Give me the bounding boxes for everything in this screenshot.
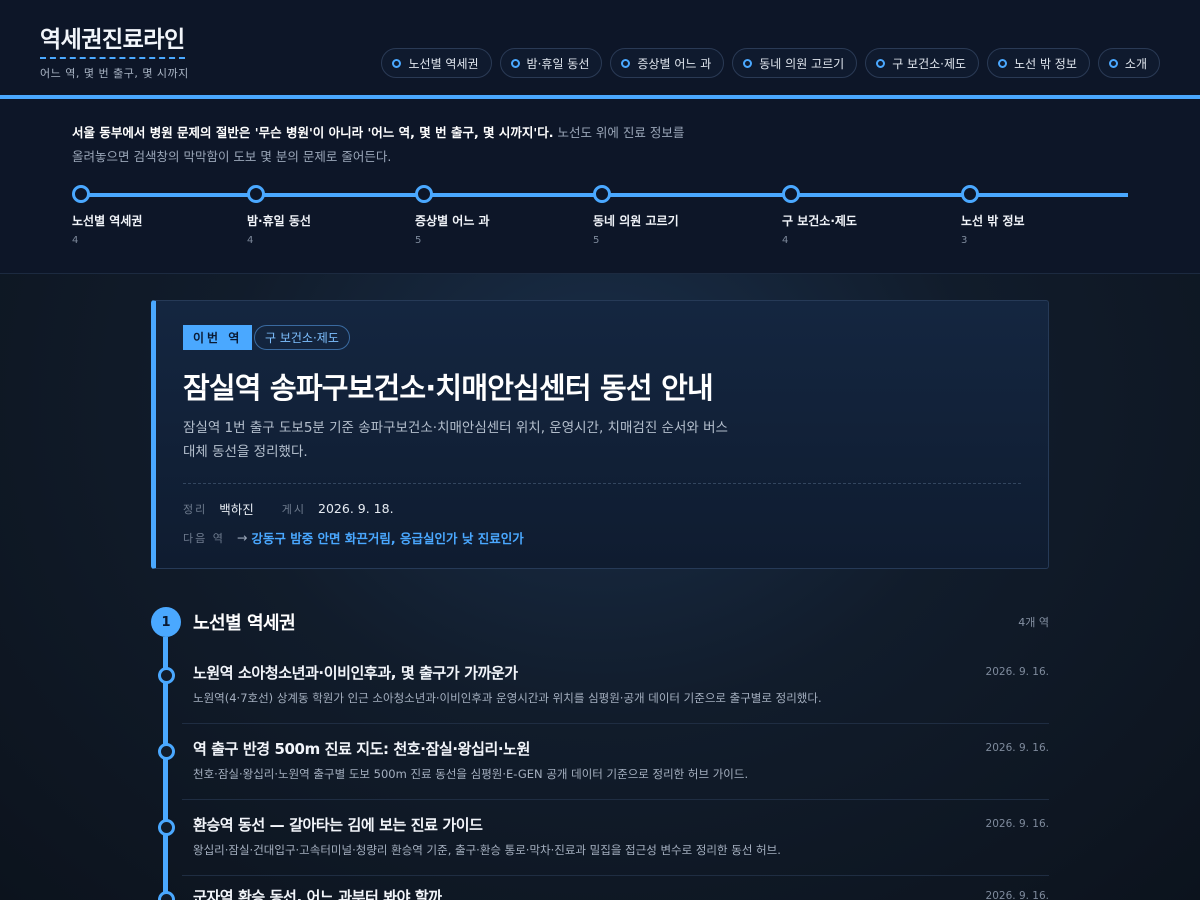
station-ring-icon	[961, 185, 979, 203]
category-tag[interactable]: 구 보건소·제도	[254, 325, 350, 350]
list-item-date: 2026. 9. 16.	[985, 666, 1049, 678]
posted-date: 2026. 9. 18.	[318, 501, 394, 516]
list-divider	[182, 799, 1049, 800]
nav-item-label: 증상별 어느 과	[637, 56, 712, 71]
list-divider	[182, 875, 1049, 876]
route-stop[interactable]: 노선 밖 정보 3	[961, 185, 1025, 246]
station-ring-icon	[158, 743, 175, 760]
nav-item-night-holiday[interactable]: 밤·휴일 동선	[499, 48, 603, 78]
featured-description: 잠실역 1번 출구 도보5분 기준 송파구보건소·치매안심센터 위치, 운영시간…	[183, 420, 728, 460]
station-dot-icon	[743, 58, 753, 68]
article-meta: 정리 백하진 게시 2026. 9. 18.	[183, 499, 422, 518]
nav-item-label: 소개	[1124, 56, 1147, 71]
nav-item-local-clinic[interactable]: 동네 의원 고르기	[732, 48, 858, 78]
station-ring-icon	[415, 185, 433, 203]
list-item-date: 2026. 9. 16.	[985, 818, 1049, 830]
arrow-right-icon: →	[236, 530, 248, 545]
route-stop-count: 3	[961, 235, 968, 246]
nav-item-symptom[interactable]: 증상별 어느 과	[610, 48, 725, 78]
nav-item-about[interactable]: 소개	[1097, 48, 1160, 78]
site-subtitle: 어느 역, 몇 번 출구, 몇 시까지	[40, 67, 189, 80]
intro-band: 서울 동부에서 병원 문제의 절반은 '무슨 병원'이 아니라 '어느 역, 몇…	[0, 99, 1200, 274]
section-count: 4개 역	[1018, 616, 1049, 629]
nav-item-label: 노선 밖 정보	[1014, 56, 1077, 71]
route-stop[interactable]: 구 보건소·제도 4	[782, 185, 857, 246]
list-item-title[interactable]: 역 출구 반경 500m 진료 지도: 천호·잠실·왕십리·노원	[193, 738, 530, 759]
route-stop-count: 5	[415, 235, 422, 246]
nav-item-line-station[interactable]: 노선별 역세권	[381, 48, 492, 78]
route-stop[interactable]: 밤·휴일 동선 4	[247, 185, 311, 246]
route-stop[interactable]: 노선별 역세권 4	[72, 185, 142, 246]
author-name: 백하진	[219, 502, 254, 517]
route-stop[interactable]: 증상별 어느 과 5	[415, 185, 490, 246]
route-stop-name: 동네 의원 고르기	[593, 214, 679, 228]
station-dot-icon	[621, 58, 631, 68]
nav-item-label: 동네 의원 고르기	[759, 56, 845, 71]
station-ring-icon	[158, 667, 175, 684]
station-dot-icon	[998, 58, 1008, 68]
nav-item-health-center[interactable]: 구 보건소·제도	[865, 48, 980, 78]
station-dot-icon	[876, 58, 886, 68]
next-article-link[interactable]: 강동구 밤중 안면 화끈거림, 응급실인가 낮 진료인가	[251, 528, 523, 547]
site-logo[interactable]: 역세권진료라인 어느 역, 몇 번 출구, 몇 시까지	[40, 20, 189, 81]
list-item-title[interactable]: 환승역 동선 — 갈아타는 김에 보는 진료 가이드	[193, 814, 483, 835]
list-item[interactable]: 환승역 동선 — 갈아타는 김에 보는 진료 가이드 2026. 9. 16. …	[151, 814, 1049, 890]
route-stop-name: 증상별 어느 과	[415, 214, 490, 228]
list-item-description: 노원역(4·7호선) 상계동 학원가 인근 소아청소년과·이비인후과 운영시간과…	[193, 691, 822, 705]
list-item-title[interactable]: 노원역 소아청소년과·이비인후과, 몇 출구가 가까운가	[193, 662, 518, 683]
intro-text: 서울 동부에서 병원 문제의 절반은 '무슨 병원'이 아니라 '어느 역, 몇…	[72, 121, 692, 169]
section-title[interactable]: 노선별 역세권	[193, 609, 296, 635]
intro-lead: 서울 동부에서 병원 문제의 절반은 '무슨 병원'이 아니라 '어느 역, 몇…	[72, 125, 554, 140]
current-station-badge: 이번 역	[183, 325, 253, 350]
station-dot-icon	[510, 58, 520, 68]
route-stop-count: 4	[782, 235, 789, 246]
nav-item-label: 밤·휴일 동선	[526, 56, 590, 71]
station-ring-icon	[72, 185, 90, 203]
station-ring-icon	[158, 891, 175, 900]
nav-item-off-route[interactable]: 노선 밖 정보	[987, 48, 1090, 78]
route-stop-name: 구 보건소·제도	[782, 214, 857, 228]
station-ring-icon	[158, 819, 175, 836]
posted-label: 게시	[281, 502, 307, 516]
site-title[interactable]: 역세권진료라인	[40, 20, 185, 59]
main-nav: 노선별 역세권 밤·휴일 동선 증상별 어느 과 동네 의원 고르기 구 보건소…	[381, 48, 1160, 78]
list-divider	[182, 723, 1049, 724]
station-ring-icon	[782, 185, 800, 203]
card-divider	[183, 483, 1021, 484]
route-stop-name: 노선 밖 정보	[961, 214, 1025, 228]
list-item-title[interactable]: 군자역 환승 동선, 어느 과부터 봐야 할까	[193, 886, 442, 900]
next-station-row: 다음 역 → 강동구 밤중 안면 화끈거림, 응급실인가 낮 진료인가	[183, 528, 524, 547]
station-dot-icon	[1108, 58, 1118, 68]
site-header: 역세권진료라인 어느 역, 몇 번 출구, 몇 시까지 노선별 역세권 밤·휴일…	[0, 0, 1200, 95]
list-item-date: 2026. 9. 16.	[985, 890, 1049, 900]
station-ring-icon	[247, 185, 265, 203]
nav-item-label: 노선별 역세권	[408, 56, 479, 71]
author-label: 정리	[183, 502, 208, 516]
list-item[interactable]: 역 출구 반경 500m 진료 지도: 천호·잠실·왕십리·노원 2026. 9…	[151, 738, 1049, 814]
featured-article-card[interactable]: 이번 역 구 보건소·제도 잠실역 송파구보건소·치매안심센터 동선 안내 잠실…	[151, 300, 1049, 569]
section-number-badge: 1	[151, 607, 181, 637]
list-item-description: 천호·잠실·왕십리·노원역 출구별 도보 500m 진료 동선을 심평원·E-G…	[193, 767, 749, 781]
route-stop-name: 밤·휴일 동선	[247, 214, 311, 228]
list-item[interactable]: 노원역 소아청소년과·이비인후과, 몇 출구가 가까운가 2026. 9. 16…	[151, 662, 1049, 738]
route-stop-count: 4	[247, 235, 254, 246]
route-stop-count: 4	[72, 235, 79, 246]
station-ring-icon	[593, 185, 611, 203]
next-label: 다음 역	[183, 531, 225, 545]
nav-item-label: 구 보건소·제도	[892, 56, 967, 71]
route-stop[interactable]: 동네 의원 고르기 5	[593, 185, 679, 246]
list-item-description: 왕십리·잠실·건대입구·고속터미널·청량리 환승역 기준, 출구·환승 통로·막…	[193, 843, 781, 857]
list-item-date: 2026. 9. 16.	[985, 742, 1049, 754]
station-dot-icon	[392, 58, 402, 68]
route-stop-count: 5	[593, 235, 600, 246]
featured-title[interactable]: 잠실역 송파구보건소·치매안심센터 동선 안내	[183, 365, 714, 407]
list-item[interactable]: 군자역 환승 동선, 어느 과부터 봐야 할까 2026. 9. 16.	[151, 886, 1049, 900]
route-stop-name: 노선별 역세권	[72, 214, 143, 228]
